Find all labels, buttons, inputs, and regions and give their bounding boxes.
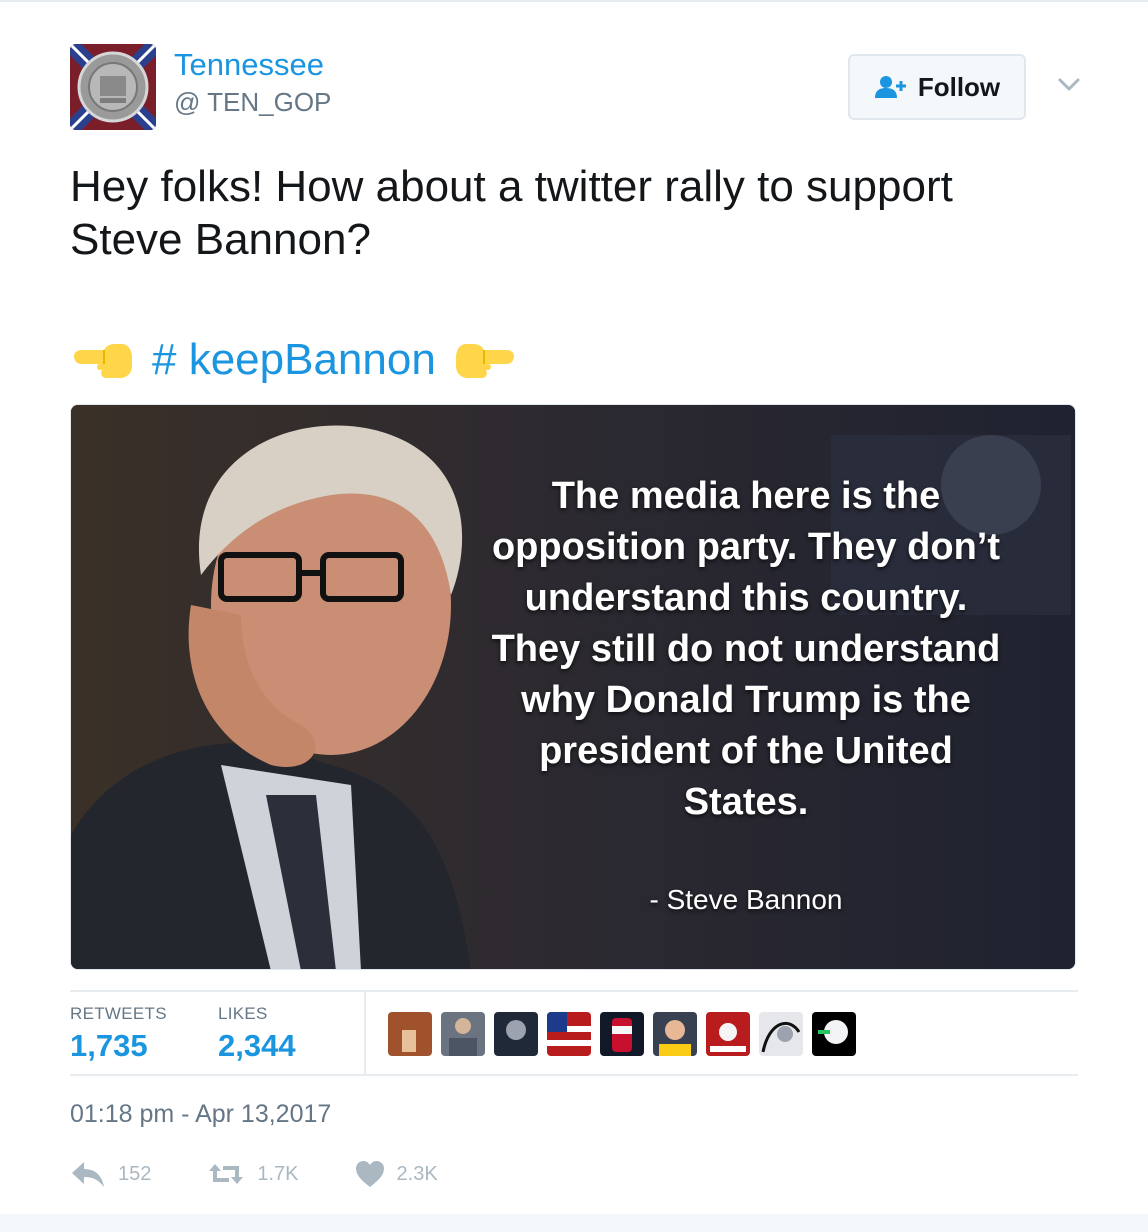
retweet-action[interactable]: 1.7K [207,1160,299,1188]
hashtag-line: # keepBannon [70,330,518,390]
follow-button[interactable]: Follow [848,54,1026,120]
liker-avatar[interactable] [812,1012,856,1056]
like-action[interactable]: 2.3K [355,1160,438,1188]
backhand-index-pointing-left-icon [74,344,132,378]
likes-count[interactable]: 2,344 [218,1028,296,1064]
tweet-timestamp[interactable]: 01:18 pm - Apr 13,2017 [70,1100,331,1129]
liker-avatar[interactable] [441,1012,485,1056]
stats-top-divider [70,990,1078,992]
retweets-count[interactable]: 1,735 [70,1028,148,1064]
hashtag-link[interactable]: # keepBannon [152,330,436,390]
state-seal-avatar[interactable] [70,44,156,130]
user-handle[interactable]: @ TEN_GOP [174,86,331,118]
reply-count: 152 [118,1162,152,1185]
quote-text: The media here is the opposition party. … [491,475,1001,823]
stats-bottom-divider [70,1074,1078,1076]
add-user-icon [874,76,906,98]
likes-label: LIKES [218,1004,268,1023]
backhand-index-pointing-right-icon [455,344,514,378]
follow-label: Follow [917,71,1001,102]
retweet-count: 1.7K [257,1162,299,1185]
heart-icon [355,1161,384,1187]
liker-avatar[interactable] [600,1012,644,1056]
reply-action[interactable]: 152 [70,1160,151,1188]
top-divider [0,0,1148,2]
tweet-text: Hey folks! How about a twitter rally to … [70,162,953,264]
quote-attribution: - Steve Bannon [649,884,843,915]
like-count: 2.3K [396,1162,438,1185]
tweet-actions: 152 1.7K 2.3K [70,1156,494,1192]
liker-avatar[interactable] [494,1012,538,1056]
chevron-down-icon[interactable] [1054,72,1084,96]
retweet-icon [209,1164,244,1184]
tweet-media-image[interactable]: The media here is the opposition party. … [70,404,1076,970]
liker-avatar[interactable] [653,1012,697,1056]
liker-avatar[interactable] [547,1012,591,1056]
liker-avatar[interactable] [759,1012,803,1056]
reply-icon [72,1162,104,1187]
bottom-strip [0,1214,1148,1232]
retweets-label: RETWEETS [70,1004,167,1023]
display-name[interactable]: Tennessee [174,46,324,84]
stats-vertical-divider [364,992,366,1074]
liker-avatars [388,1012,856,1056]
liker-avatar[interactable] [388,1012,432,1056]
liker-avatar[interactable] [706,1012,750,1056]
